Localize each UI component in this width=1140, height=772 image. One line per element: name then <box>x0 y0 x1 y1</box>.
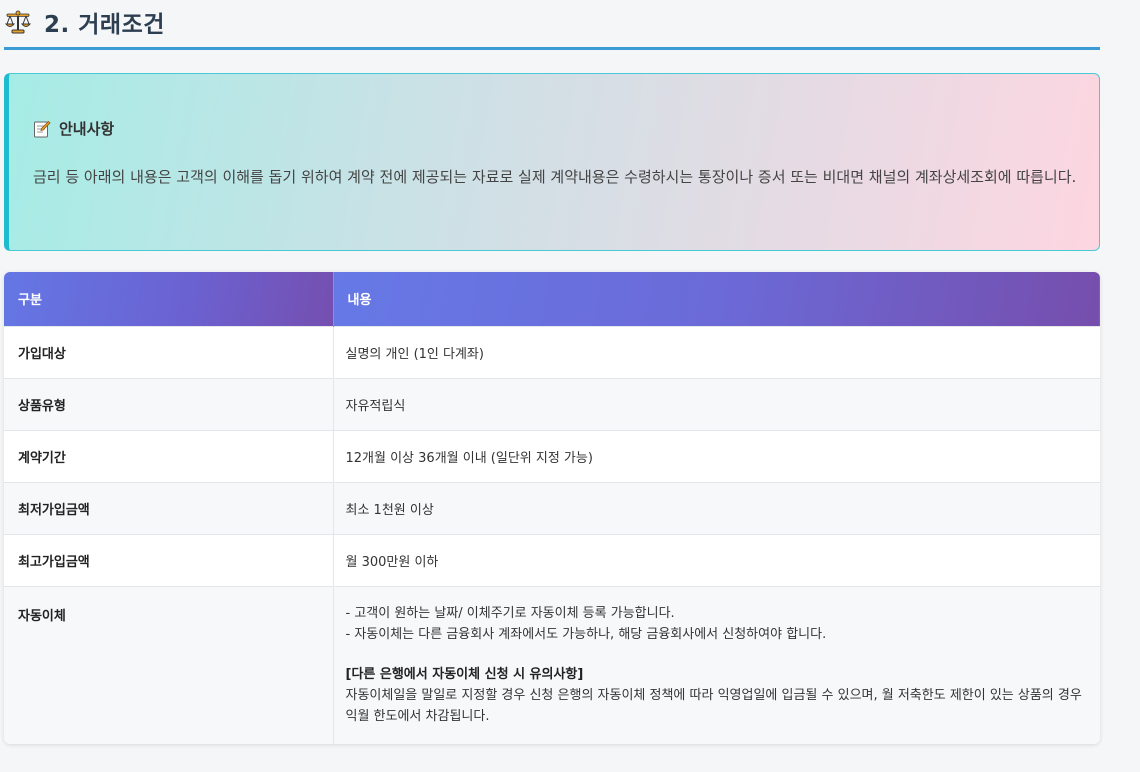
balance-scale-icon <box>4 8 32 36</box>
row-label: 계약기간 <box>4 429 334 482</box>
table-row: 최고가입금액 월 300만원 이하 <box>4 533 1100 586</box>
row-value: 12개월 이상 36개월 이내 (일단위 지정 가능) <box>333 429 1100 482</box>
notice-text: 금리 등 아래의 내용은 고객의 이해를 돕기 위하여 계약 전에 제공되는 자… <box>33 168 1077 186</box>
table-row: 자동이체 - 고객이 원하는 날짜/ 이체주기로 자동이체 등록 가능합니다. … <box>4 585 1100 744</box>
row-label: 상품유형 <box>4 377 334 430</box>
row-value-auto-transfer: - 고객이 원하는 날짜/ 이체주기로 자동이체 등록 가능합니다. - 자동이… <box>333 585 1100 744</box>
table-row: 상품유형 자유적립식 <box>4 377 1100 430</box>
table-row: 가입대상 실명의 개인 (1인 다계좌) <box>4 325 1100 378</box>
row-label: 최저가입금액 <box>4 481 334 534</box>
notice-title: 안내사항 <box>59 120 115 138</box>
terms-table: 구분 내용 가입대상 실명의 개인 (1인 다계좌) 상품유형 자유적립식 계약… <box>4 272 1100 744</box>
notice-box: 안내사항 금리 등 아래의 내용은 고객의 이해를 돕기 위하여 계약 전에 제… <box>4 73 1100 251</box>
section-title: 2. 거래조건 <box>44 11 165 38</box>
memo-icon <box>33 120 51 138</box>
table-header-row: 구분 내용 <box>4 272 1100 326</box>
table-row: 계약기간 12개월 이상 36개월 이내 (일단위 지정 가능) <box>4 429 1100 482</box>
row-value: 실명의 개인 (1인 다계좌) <box>333 325 1100 378</box>
row-value: 최소 1천원 이상 <box>333 481 1100 534</box>
row-label: 가입대상 <box>4 325 334 378</box>
row-label: 자동이체 <box>4 585 334 744</box>
row-value: 자유적립식 <box>333 377 1100 430</box>
column-header-content: 내용 <box>333 272 1100 326</box>
column-header-category: 구분 <box>4 272 334 326</box>
row-label: 최고가입금액 <box>4 533 334 586</box>
auto-transfer-notice-text: 자동이체일을 말일로 지정할 경우 신청 은행의 자동이체 정책에 따라 익영업… <box>345 687 1082 724</box>
auto-transfer-line: - 자동이체는 다른 금융회사 계좌에서도 가능하나, 해당 금융회사에서 신청… <box>345 626 827 642</box>
notice-title-row: 안내사항 <box>33 118 114 139</box>
table-row: 최저가입금액 최소 1천원 이상 <box>4 481 1100 534</box>
section-header: 2. 거래조건 <box>4 0 1100 50</box>
page: 2. 거래조건 안내사항 금리 등 아래의 내용은 고객의 이해를 돕기 위하여… <box>0 0 1140 772</box>
auto-transfer-line: - 고객이 원하는 날짜/ 이체주기로 자동이체 등록 가능합니다. <box>345 605 675 621</box>
row-value: 월 300만원 이하 <box>333 533 1100 586</box>
auto-transfer-notice-title: [다른 은행에서 자동이체 신청 시 유의사항] <box>345 666 584 682</box>
